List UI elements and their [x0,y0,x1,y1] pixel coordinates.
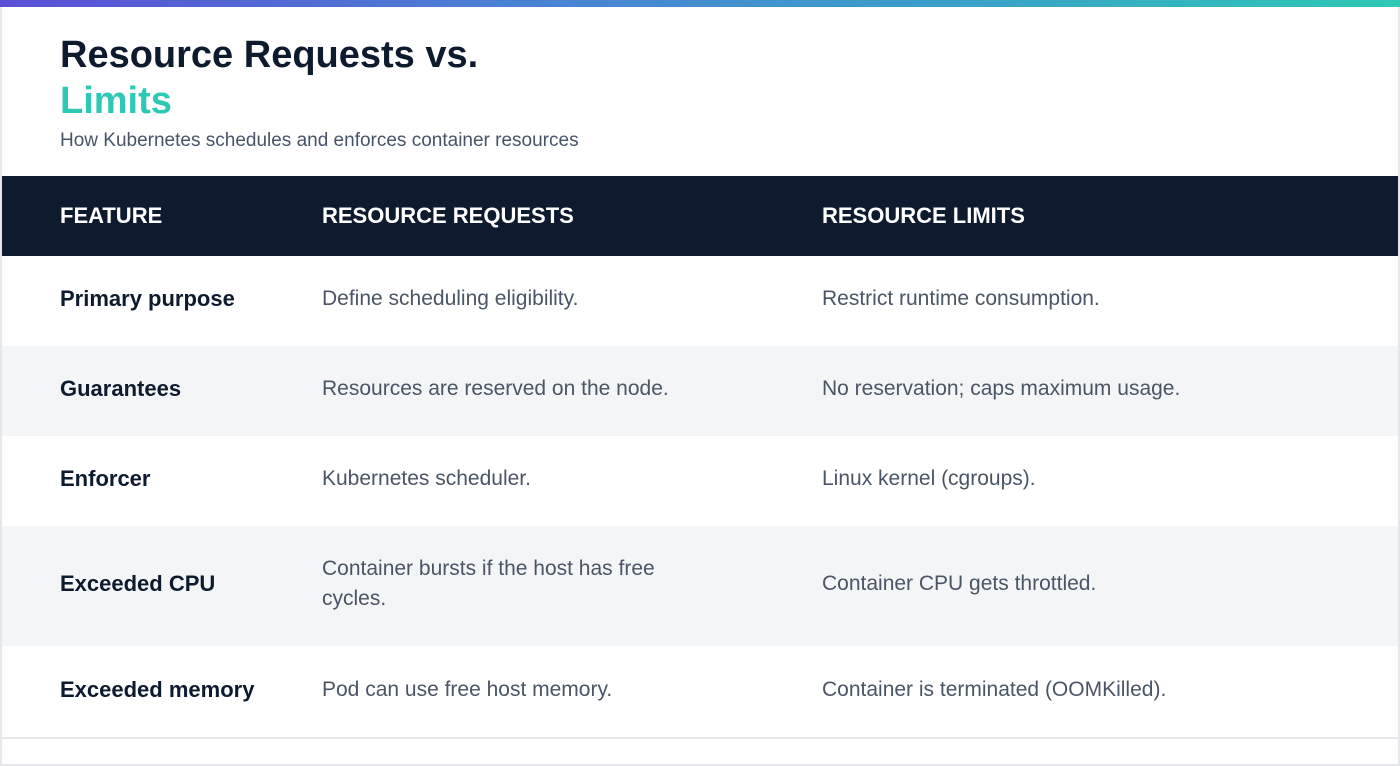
column-header-feature: FEATURE [60,203,163,228]
feature-cell: Exceeded memory [60,676,255,702]
limits-cell: Container CPU gets throttled. [822,572,1097,595]
feature-cell: Exceeded CPU [60,571,216,596]
limits-cell: Linux kernel (cgroups). [822,467,1036,490]
requests-cell: Container bursts if the host has free cy… [322,557,655,610]
feature-cell: Primary purpose [60,286,235,311]
feature-cell: Enforcer [60,466,151,491]
page-subtitle: How Kubernetes schedules and enforces co… [60,130,579,151]
table-row: Enforcer Kubernetes scheduler. Linux ker… [2,436,1398,526]
comparison-table: FEATURE RESOURCE REQUESTS RESOURCE LIMIT… [2,176,1398,739]
limits-cell: Container is terminated (OOMKilled). [822,677,1167,701]
requests-cell: Kubernetes scheduler. [322,467,531,490]
limits-cell: Restrict runtime consumption. [822,287,1100,310]
column-header-limits: RESOURCE LIMITS [822,203,1025,228]
page-title: Resource Requests vs. [60,34,479,76]
gradient-top-bar [0,0,1400,7]
table-row: Exceeded CPU Container bursts if the hos… [2,526,1398,646]
requests-cell: Pod can use free host memory. [322,677,613,701]
table-row: Primary purpose Define scheduling eligib… [2,256,1398,346]
table-row: Exceeded memory Pod can use free host me… [2,646,1398,738]
requests-cell: Resources are reserved on the node. [322,377,669,400]
limits-cell: No reservation; caps maximum usage. [822,377,1181,400]
requests-cell: Define scheduling eligibility. [322,287,579,310]
table-row: Guarantees Resources are reserved on the… [2,346,1398,436]
feature-cell: Guarantees [60,376,182,401]
table-header-row: FEATURE RESOURCE REQUESTS RESOURCE LIMIT… [2,176,1398,256]
header: Resource Requests vs. Limits How Kuberne… [60,32,1340,152]
page-title-accent: Limits [60,80,172,122]
column-header-requests: RESOURCE REQUESTS [322,203,574,228]
